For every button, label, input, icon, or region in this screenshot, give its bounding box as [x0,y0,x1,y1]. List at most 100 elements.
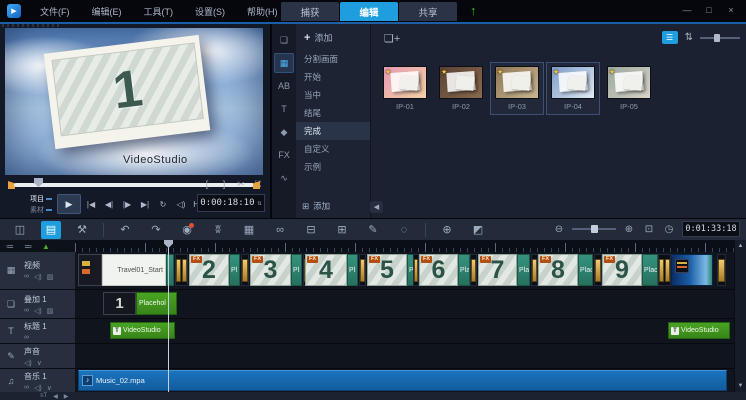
list-view-toggle[interactable]: ☰ [662,31,678,44]
sort-button[interactable]: ⇅ [685,32,693,43]
play-button[interactable]: ▶ [57,194,81,214]
voice-track-content[interactable] [75,344,735,369]
record-capture-button[interactable]: ◉ [177,221,197,239]
track-height-toggle[interactable]: ≡T [40,392,47,400]
clip-num[interactable]: 5FX [367,254,407,286]
preview-timecode[interactable]: 0:00:18:10 ⇅ [197,194,265,212]
add-template-button[interactable]: ⊞ 添加 [302,200,330,212]
clip-num[interactable]: 8FX [538,254,578,286]
clip-trans[interactable] [175,254,188,286]
nav-instant-project-icon[interactable]: ▦ [274,53,294,73]
clip-ph[interactable]: Pla [517,254,530,286]
clip-num[interactable]: 2FX [189,254,229,286]
nav-transitions-icon[interactable]: AB [274,76,294,96]
track-vol-button[interactable]: ◁) [34,384,42,392]
thumbnail-size-slider[interactable] [700,33,740,43]
track-overlay-1-header[interactable]: ❏叠加 1∞◁)▨ [0,290,75,319]
menu-file[interactable]: 文件(F) [29,0,81,22]
scene-marker-button[interactable]: ▲ [42,240,50,252]
preview-mode-project[interactable]: 项目 [30,194,52,204]
category-完成[interactable]: 完成 [296,122,370,140]
track-voice-header[interactable]: ✎声音◁)∨ [0,344,75,369]
add-track-button[interactable]: ≕ [24,240,32,252]
track-link-button[interactable]: ∞ [24,307,29,315]
overlay-clip-green[interactable]: Placehol [136,292,177,315]
lasso-button[interactable]: ◌ [394,221,414,239]
subtitle-editor-button[interactable]: ⊟ [301,221,321,239]
track-vol-button[interactable]: ◁) [24,359,32,367]
tab-capture[interactable]: 捕获 [281,2,339,21]
menu-edit[interactable]: 编辑(E) [81,0,133,22]
zoom-in-button[interactable]: ⊕ [622,221,636,237]
repeat-button[interactable]: ↻ [155,196,171,212]
gallery-item[interactable]: ★IP-02 [434,62,488,115]
scroll-left-button[interactable]: ◀ [53,392,58,400]
category-当中[interactable]: 当中 [296,86,370,104]
gallery-item[interactable]: ★IP-05 [602,62,656,115]
menu-tools[interactable]: 工具(T) [133,0,185,22]
timeline-ruler[interactable] [75,240,735,252]
overlay-track-content[interactable]: 1Placehol [75,290,735,319]
overlay-clip-mini1[interactable]: 1 [103,292,136,315]
enlarge-preview-button[interactable]: ⛶ [252,178,264,190]
clip-trans[interactable] [658,254,671,286]
add-category-button[interactable]: + 添加 [296,24,370,50]
track-ripple-button[interactable]: ▨ [47,273,54,281]
video-track-content[interactable]: Travel01_Start2FXPl3FXPl4FXPl5FXPl6FXPla… [75,252,735,290]
mark-in-button[interactable]: [ [201,178,213,190]
clip-num[interactable]: 6FX [419,254,458,286]
utility-button[interactable]: ⚒ [72,221,92,239]
title-track-content[interactable]: TVideoStudio TVideoStudio [75,319,735,344]
clip-num[interactable]: 7FX [478,254,517,286]
next-frame-button[interactable]: |▶ [119,196,135,212]
track-chev-button[interactable]: ∨ [37,359,42,367]
scroll-down-button[interactable]: ▼ [735,381,746,391]
track-link-button[interactable]: ∞ [24,384,29,392]
scroll-up-button[interactable]: ▲ [735,241,746,251]
timeline-zoom-slider[interactable] [572,224,616,234]
nav-graphics-icon[interactable]: ◆ [274,122,294,142]
template-thumbnail[interactable]: ★ [551,66,595,99]
split-clip-button[interactable]: ✂ [235,178,247,190]
prev-frame-button[interactable]: ◀| [101,196,117,212]
scroll-right-button[interactable]: ▶ [64,392,69,400]
nav-media-icon[interactable]: ❏ [274,30,294,50]
mask-creator-button[interactable]: ◩ [468,221,488,239]
category-分割画面[interactable]: 分割画面 [296,50,370,68]
go-end-button[interactable]: ▶| [137,196,153,212]
upload-arrow-icon[interactable]: ↑ [470,3,477,18]
template-thumbnail[interactable]: ★ [607,66,651,99]
minimize-button[interactable]: — [678,0,696,20]
timeline-view-button[interactable]: ▤ [41,221,61,239]
title-clip[interactable]: TVideoStudio [668,322,730,339]
undo-button[interactable]: ↶ [115,221,135,239]
template-thumbnail[interactable]: ★ [495,66,539,99]
slider-knob[interactable] [714,34,720,42]
clip-trans[interactable] [359,254,366,286]
template-thumbnail[interactable]: ★ [383,66,427,99]
timecode-stepper[interactable]: ⇅ [257,199,261,207]
clip-trans[interactable] [241,254,249,286]
category-开始[interactable]: 开始 [296,68,370,86]
mark-out-button[interactable]: ] [218,178,230,190]
category-自定义[interactable]: 自定义 [296,140,370,158]
clip-ph[interactable]: Plac [642,254,658,286]
restore-button[interactable]: □ [700,0,718,20]
track-list-button[interactable]: ≔ [6,240,14,252]
clip-name[interactable]: Travel01_Start [102,254,166,286]
track-manager-button[interactable]: ⊞ [332,221,352,239]
clip-mini[interactable] [78,254,102,286]
nav-motion-path-icon[interactable]: ∿ [274,168,294,188]
track-motion-button[interactable]: ⊕ [437,221,457,239]
slider-knob[interactable] [591,225,598,233]
music-track-content[interactable]: ♪Music_02.mpa [75,369,735,394]
menu-settings[interactable]: 设置(S) [184,0,236,22]
title-clip[interactable]: TVideoStudio [110,322,175,339]
track-ripple-button[interactable]: ▨ [47,307,54,315]
clip-num[interactable]: 9FX [602,254,642,286]
track-vol-button[interactable]: ◁) [34,273,42,281]
template-thumbnail[interactable]: ★ [439,66,483,99]
graphic-pen-button[interactable]: ✎ [363,221,383,239]
track-music-1-header[interactable]: ♫音乐 1∞◁)∨ [0,369,75,394]
close-button[interactable]: × [722,0,740,20]
